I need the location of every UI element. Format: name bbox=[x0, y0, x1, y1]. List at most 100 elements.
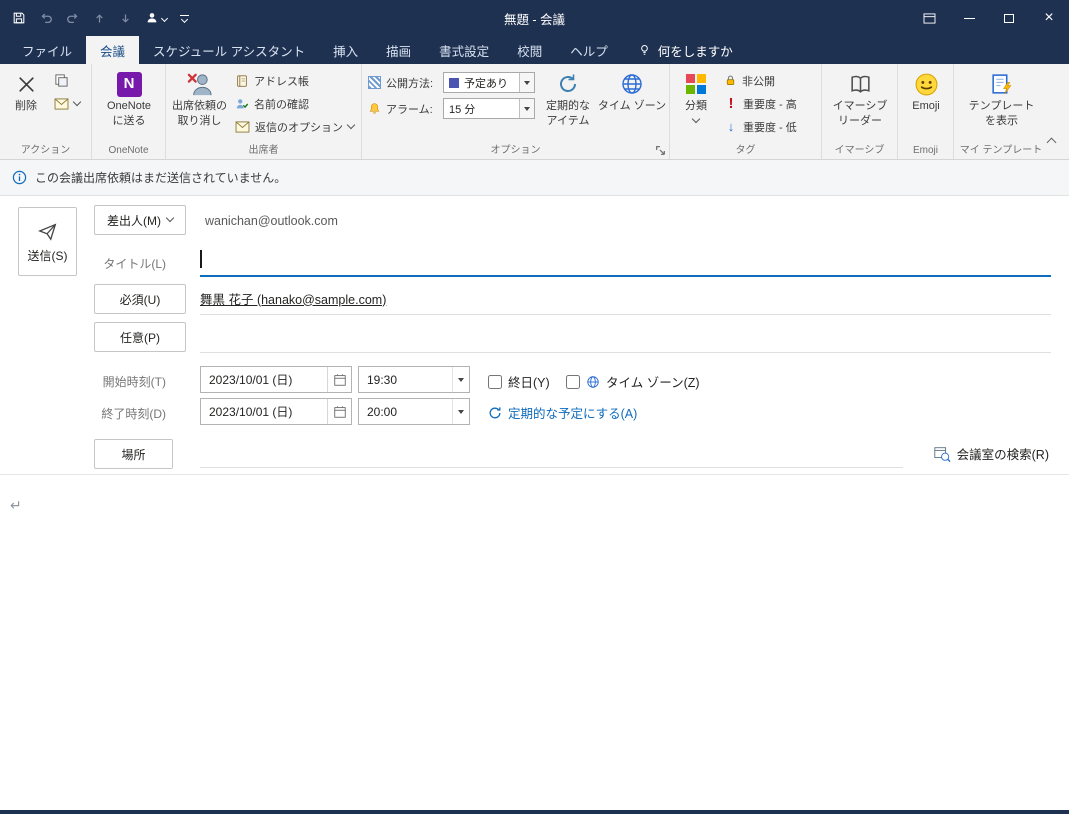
chevron-down-icon bbox=[72, 97, 82, 106]
dropdown-arrow-icon bbox=[452, 367, 469, 392]
customize-qat-button[interactable] bbox=[180, 14, 189, 23]
quick-access-toolbar bbox=[0, 11, 189, 25]
ribbon-group-options: 公開方法: 予定あり アラーム: 15 分 定期的な アイテム タイム ゾーン … bbox=[362, 64, 670, 159]
title-field-row bbox=[200, 243, 1051, 277]
tab-scheduling-assistant[interactable]: スケジュール アシスタント bbox=[139, 36, 319, 64]
forward-button[interactable] bbox=[50, 93, 84, 114]
end-date-input[interactable]: 2023/10/01 (日) bbox=[200, 398, 352, 425]
arrow-up-button[interactable] bbox=[93, 12, 106, 25]
optional-attendees-button[interactable]: 任意(P) bbox=[94, 322, 186, 352]
check-names-icon bbox=[235, 97, 249, 111]
time-zones-button[interactable]: タイム ゾーン bbox=[598, 67, 666, 114]
high-importance-button[interactable]: ! 重要度 - 高 bbox=[720, 93, 801, 114]
title-label: タイトル(L) bbox=[103, 257, 166, 271]
info-icon bbox=[12, 170, 27, 185]
categorize-button[interactable]: 分類 bbox=[674, 67, 718, 123]
save-button[interactable] bbox=[12, 11, 26, 25]
copy-icon bbox=[54, 73, 69, 88]
busy-indicator-icon bbox=[449, 77, 459, 88]
arrow-up-icon bbox=[93, 12, 106, 25]
titlebar: 無題 - 会議 × bbox=[0, 0, 1069, 36]
outlook-meeting-window: 無題 - 会議 × ファイル 会議 スケジュール アシスタント 挿入 描画 書式… bbox=[0, 0, 1069, 814]
tab-meeting[interactable]: 会議 bbox=[86, 36, 140, 64]
dropdown-arrow-icon bbox=[452, 399, 469, 424]
group-caption-emoji: Emoji bbox=[912, 145, 938, 156]
view-templates-button[interactable]: テンプレート を表示 bbox=[958, 67, 1045, 129]
dropdown-arrow-icon bbox=[519, 73, 534, 92]
group-caption-tags: タグ bbox=[735, 145, 756, 156]
send-to-onenote-button[interactable]: N OneNote に送る bbox=[96, 67, 162, 129]
end-time-select[interactable]: 20:00 bbox=[358, 398, 470, 425]
close-button[interactable]: × bbox=[1029, 0, 1069, 36]
tab-review[interactable]: 校閲 bbox=[503, 36, 556, 64]
room-finder-icon bbox=[933, 445, 951, 463]
recurrence-button[interactable]: 定期的な アイテム bbox=[539, 67, 597, 129]
lightbulb-icon bbox=[638, 43, 651, 57]
attendee-chip[interactable]: 舞黒 花子 (hanako@sample.com) bbox=[200, 289, 386, 308]
optional-attendees-field[interactable] bbox=[200, 320, 1051, 353]
person-icon bbox=[145, 11, 159, 25]
check-names-button[interactable]: 名前の確認 bbox=[231, 93, 358, 114]
reminder-bell-icon bbox=[368, 102, 381, 115]
immersive-reader-button[interactable]: イマーシブ リーダー bbox=[826, 67, 894, 129]
emoji-button[interactable]: Emoji bbox=[902, 67, 950, 114]
redo-button[interactable] bbox=[66, 11, 80, 25]
arrow-down-button[interactable] bbox=[119, 12, 132, 25]
cancel-invitation-icon bbox=[186, 69, 213, 99]
reminder-select[interactable]: 15 分 bbox=[443, 98, 535, 119]
start-time-select[interactable]: 19:30 bbox=[358, 366, 470, 393]
delete-button[interactable]: 削除 bbox=[4, 67, 48, 114]
cancel-invitation-button[interactable]: 出席依頼の 取り消し bbox=[170, 67, 229, 129]
contact-button[interactable] bbox=[145, 11, 169, 25]
ribbon-tabs: ファイル 会議 スケジュール アシスタント 挿入 描画 書式設定 校閲 ヘルプ … bbox=[0, 36, 1069, 64]
required-attendees-field[interactable]: 舞黒 花子 (hanako@sample.com) bbox=[200, 282, 1051, 315]
timezone-checkbox[interactable] bbox=[566, 374, 580, 389]
from-button[interactable]: 差出人(M) bbox=[94, 205, 186, 235]
undo-button[interactable] bbox=[39, 11, 53, 25]
paragraph-return-mark: ↵ bbox=[10, 497, 22, 513]
collapse-ribbon-button[interactable] bbox=[1046, 132, 1057, 151]
all-day-checkbox-row: 終日(Y) bbox=[488, 372, 550, 391]
close-icon: × bbox=[1044, 9, 1054, 26]
window-display-options-button[interactable] bbox=[909, 0, 949, 36]
chevron-up-icon bbox=[1046, 137, 1057, 148]
send-button[interactable]: 送信(S) bbox=[18, 207, 77, 276]
tab-insert[interactable]: 挿入 bbox=[319, 36, 372, 64]
chevron-down-icon bbox=[346, 120, 356, 129]
ribbon-group-templates: テンプレート を表示 マイ テンプレート bbox=[954, 64, 1048, 159]
show-as-icon bbox=[368, 76, 381, 89]
delete-icon bbox=[16, 69, 37, 99]
end-date-value[interactable]: 2023/10/01 (日) bbox=[201, 399, 327, 424]
show-as-select[interactable]: 予定あり bbox=[443, 72, 535, 93]
tab-help[interactable]: ヘルプ bbox=[556, 36, 622, 64]
lock-icon bbox=[724, 74, 737, 87]
tell-me-button[interactable]: 何をしますか bbox=[638, 36, 733, 64]
location-field[interactable] bbox=[200, 439, 903, 468]
immersive-reader-icon bbox=[848, 69, 873, 99]
save-icon bbox=[12, 11, 26, 25]
start-date-value[interactable]: 2023/10/01 (日) bbox=[201, 367, 327, 392]
recurrence-icon bbox=[556, 69, 580, 99]
required-attendees-button[interactable]: 必須(U) bbox=[94, 284, 186, 314]
tab-format-text[interactable]: 書式設定 bbox=[425, 36, 503, 64]
message-body-editor[interactable]: ↵ bbox=[0, 475, 1069, 813]
room-finder-button[interactable]: 会議室の検索(R) bbox=[933, 444, 1049, 463]
low-importance-button[interactable]: ↓ 重要度 - 低 bbox=[720, 116, 801, 137]
location-button[interactable]: 場所 bbox=[94, 439, 173, 469]
private-button[interactable]: 非公開 bbox=[720, 70, 801, 91]
minimize-button[interactable] bbox=[949, 0, 989, 36]
end-date-picker-button[interactable] bbox=[327, 399, 351, 424]
start-date-picker-button[interactable] bbox=[327, 367, 351, 392]
start-date-input[interactable]: 2023/10/01 (日) bbox=[200, 366, 352, 393]
address-book-button[interactable]: アドレス帳 bbox=[231, 70, 358, 91]
maximize-button[interactable] bbox=[989, 0, 1029, 36]
copy-button[interactable] bbox=[50, 70, 84, 91]
make-recurring-link[interactable]: 定期的な予定にする(A) bbox=[488, 403, 637, 422]
tab-file[interactable]: ファイル bbox=[8, 36, 86, 64]
redo-icon bbox=[66, 11, 80, 25]
title-input[interactable] bbox=[201, 251, 1051, 267]
response-options-button[interactable]: 返信のオプション bbox=[231, 116, 358, 137]
timezone-checkbox-row: タイム ゾーン(Z) bbox=[566, 372, 700, 391]
tab-draw[interactable]: 描画 bbox=[372, 36, 425, 64]
all-day-checkbox[interactable] bbox=[488, 374, 502, 389]
